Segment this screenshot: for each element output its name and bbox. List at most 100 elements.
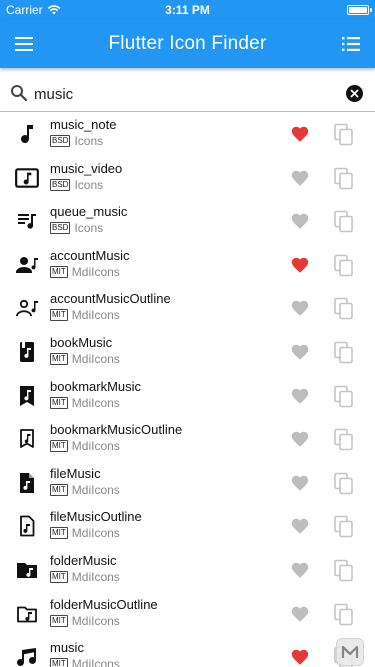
list-item[interactable]: bookMusic MIT MdiIcons bbox=[0, 331, 375, 375]
list-item[interactable]: fileMusic MIT MdiIcons bbox=[0, 462, 375, 506]
icon-name: folderMusic bbox=[50, 552, 117, 568]
list-item[interactable]: music_note BSD Icons bbox=[0, 113, 375, 157]
icon-name: queue_music bbox=[50, 204, 128, 220]
bookmark-music-outline-icon bbox=[14, 426, 40, 452]
icon-name: accountMusic bbox=[50, 247, 130, 263]
icon-name: accountMusicOutline bbox=[50, 291, 171, 307]
license-badge: MIT bbox=[50, 265, 68, 278]
queue-music-icon bbox=[14, 208, 40, 234]
library-name: MdiIcons bbox=[71, 439, 120, 454]
list-item[interactable]: bookmarkMusicOutline MIT MdiIcons bbox=[0, 418, 375, 462]
favorite-heart-icon[interactable] bbox=[289, 342, 311, 362]
search-input[interactable] bbox=[34, 82, 334, 106]
watermark-logo bbox=[336, 638, 364, 666]
account-music-outline-icon bbox=[14, 295, 40, 321]
library-name: MdiIcons bbox=[71, 613, 120, 628]
icon-name: fileMusic bbox=[50, 465, 101, 481]
library-name: MdiIcons bbox=[71, 569, 120, 584]
license-badge: MIT bbox=[50, 570, 68, 583]
icon-name: folderMusicOutline bbox=[50, 596, 158, 612]
icon-name: bookmarkMusic bbox=[50, 378, 142, 394]
copy-icon[interactable] bbox=[333, 210, 355, 234]
favorite-heart-icon[interactable] bbox=[289, 124, 311, 144]
license-badge: MIT bbox=[50, 396, 68, 409]
icon-name: music_note bbox=[50, 117, 117, 132]
favorite-heart-icon[interactable] bbox=[289, 560, 311, 580]
copy-icon[interactable] bbox=[333, 297, 355, 321]
book-music-icon bbox=[14, 339, 40, 365]
favorite-heart-icon[interactable] bbox=[289, 386, 311, 406]
library-name: Icons bbox=[74, 134, 104, 148]
icon-library: BSD Icons bbox=[50, 178, 103, 192]
license-badge: MIT bbox=[50, 483, 68, 496]
icon-library: MIT MdiIcons bbox=[50, 352, 120, 366]
close-icon bbox=[350, 89, 359, 98]
license-badge: BSD bbox=[50, 178, 71, 191]
icon-library: MIT MdiIcons bbox=[50, 614, 120, 628]
music-icon bbox=[14, 644, 40, 667]
favorite-heart-icon[interactable] bbox=[289, 298, 311, 318]
library-name: MdiIcons bbox=[71, 264, 120, 279]
copy-icon[interactable] bbox=[333, 603, 355, 627]
clear-search-button[interactable] bbox=[346, 85, 363, 102]
copy-icon[interactable] bbox=[333, 428, 355, 452]
license-badge: MIT bbox=[50, 352, 68, 365]
list-item[interactable]: queue_music BSD Icons bbox=[0, 200, 375, 244]
icon-library: MIT MdiIcons bbox=[50, 439, 120, 453]
list-item[interactable]: music_video BSD Icons bbox=[0, 157, 375, 201]
file-music-icon bbox=[14, 470, 40, 496]
music-note-icon bbox=[14, 121, 40, 147]
favorite-heart-icon[interactable] bbox=[289, 604, 311, 624]
list-item[interactable]: music MIT MdiIcons bbox=[0, 636, 375, 667]
icon-results-list: music_note BSD Icons music_video BSD Icons que… bbox=[0, 113, 375, 667]
list-item[interactable]: bookmarkMusic MIT MdiIcons bbox=[0, 375, 375, 419]
license-badge: MIT bbox=[50, 527, 68, 540]
icon-library: MIT MdiIcons bbox=[50, 308, 120, 322]
favorite-heart-icon[interactable] bbox=[289, 255, 311, 275]
license-badge: BSD bbox=[50, 135, 71, 147]
favorite-heart-icon[interactable] bbox=[289, 647, 311, 667]
music-video-icon bbox=[14, 165, 40, 191]
favorite-heart-icon[interactable] bbox=[289, 473, 311, 493]
copy-icon[interactable] bbox=[333, 123, 355, 147]
icon-name: music bbox=[50, 640, 84, 656]
favorite-heart-icon[interactable] bbox=[289, 429, 311, 449]
library-name: MdiIcons bbox=[71, 657, 120, 667]
icon-name: bookmarkMusicOutline bbox=[50, 422, 183, 438]
list-item[interactable]: folderMusicOutline MIT MdiIcons bbox=[0, 593, 375, 637]
search-bar bbox=[0, 76, 375, 112]
bookmark-music-icon bbox=[14, 383, 40, 409]
license-badge: MIT bbox=[50, 309, 68, 322]
battery-icon bbox=[347, 5, 372, 15]
copy-icon[interactable] bbox=[333, 559, 355, 583]
license-badge: BSD bbox=[50, 222, 71, 235]
copy-icon[interactable] bbox=[333, 254, 355, 278]
list-item[interactable]: accountMusicOutline MIT MdiIcons bbox=[0, 287, 375, 331]
view-mode-button[interactable] bbox=[337, 30, 365, 58]
icon-library: MIT MdiIcons bbox=[50, 396, 120, 410]
icon-library: MIT MdiIcons bbox=[50, 483, 120, 497]
favorite-heart-icon[interactable] bbox=[289, 168, 311, 188]
icon-library: MIT MdiIcons bbox=[50, 657, 120, 667]
copy-icon[interactable] bbox=[333, 515, 355, 539]
list-item[interactable]: accountMusic MIT MdiIcons bbox=[0, 244, 375, 288]
file-music-outline-icon bbox=[14, 513, 40, 539]
copy-icon[interactable] bbox=[333, 341, 355, 365]
icon-name: fileMusicOutline bbox=[50, 509, 142, 525]
app-bar: Flutter Icon Finder bbox=[0, 20, 375, 68]
status-bar: Carrier 3:11 PM bbox=[0, 0, 375, 20]
icon-library: MIT MdiIcons bbox=[50, 265, 120, 279]
copy-icon[interactable] bbox=[333, 472, 355, 496]
copy-icon[interactable] bbox=[333, 167, 355, 191]
library-name: MdiIcons bbox=[71, 351, 120, 366]
library-name: Icons bbox=[74, 221, 104, 236]
library-name: Icons bbox=[74, 177, 104, 192]
favorite-heart-icon[interactable] bbox=[289, 211, 311, 231]
account-music-icon bbox=[14, 252, 40, 278]
favorite-heart-icon[interactable] bbox=[289, 516, 311, 536]
app-title: Flutter Icon Finder bbox=[108, 33, 267, 54]
list-item[interactable]: fileMusicOutline MIT MdiIcons bbox=[0, 505, 375, 549]
list-item[interactable]: folderMusic MIT MdiIcons bbox=[0, 549, 375, 593]
icon-library: BSD Icons bbox=[50, 134, 103, 148]
copy-icon[interactable] bbox=[333, 385, 355, 409]
